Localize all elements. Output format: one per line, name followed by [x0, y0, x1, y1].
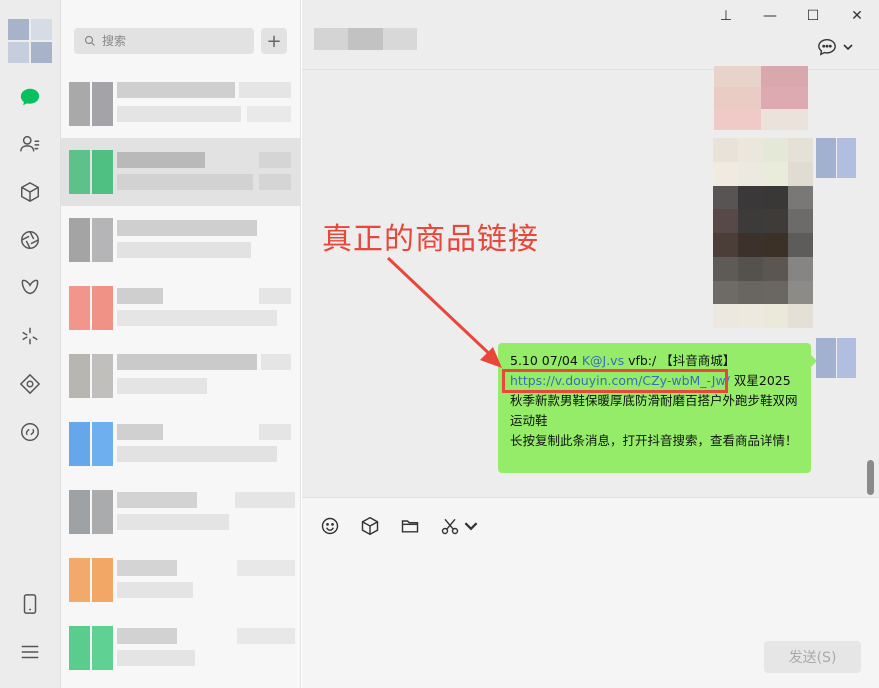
- avatar: [69, 218, 113, 262]
- avatar: [69, 490, 113, 534]
- image-message[interactable]: [714, 66, 808, 130]
- avatar: [69, 150, 113, 194]
- avatar: [69, 354, 113, 398]
- favorites-cube-icon[interactable]: [18, 180, 42, 204]
- pin-icon[interactable]: ⊥: [716, 6, 736, 26]
- maximize-button[interactable]: ☐: [803, 6, 823, 26]
- close-button[interactable]: ✕: [847, 6, 867, 26]
- send-button[interactable]: 发送(S): [764, 641, 861, 673]
- message-text: 长按复制此条消息，打开抖音搜索，查看商品详情！: [510, 433, 798, 448]
- message-bubble[interactable]: 5.10 07/04 K@J.vs vfb:/ 【抖音商城】 https://v…: [498, 343, 817, 473]
- chevron-down-icon[interactable]: [464, 514, 478, 538]
- contacts-icon[interactable]: [18, 132, 42, 156]
- folder-icon[interactable]: [398, 514, 422, 538]
- avatar: [69, 286, 113, 330]
- minimize-button[interactable]: —: [760, 6, 780, 26]
- search-icon: [84, 35, 95, 46]
- add-chat-button[interactable]: +: [261, 28, 287, 54]
- image-message[interactable]: [713, 138, 813, 328]
- avatar: [69, 422, 113, 466]
- message-text: vfb:/ 【抖音商城】: [624, 353, 736, 368]
- list-item[interactable]: [61, 410, 301, 478]
- sparkle-icon[interactable]: [18, 324, 42, 348]
- emoji-icon[interactable]: [318, 514, 342, 538]
- chat-list-panel: +: [61, 0, 301, 688]
- moments-aperture-icon[interactable]: [18, 228, 42, 252]
- composer: 发送(S): [302, 497, 879, 688]
- phone-icon[interactable]: [18, 592, 42, 616]
- sender-avatar[interactable]: [816, 138, 856, 178]
- chat-more-button[interactable]: [817, 38, 853, 56]
- message-text: 5.10 07/04: [510, 353, 582, 368]
- link-circle-icon[interactable]: [18, 420, 42, 444]
- sender-avatar[interactable]: [816, 338, 856, 378]
- list-item[interactable]: [61, 478, 301, 546]
- list-item[interactable]: [61, 614, 301, 682]
- annotation-arrow: [386, 256, 502, 368]
- avatar: [69, 626, 113, 670]
- avatar: [69, 558, 113, 602]
- chat-title: [314, 28, 417, 50]
- search-box[interactable]: [74, 28, 254, 54]
- list-item[interactable]: [61, 70, 301, 138]
- list-item[interactable]: [61, 274, 301, 342]
- chevron-down-icon: [843, 44, 853, 51]
- chat-icon[interactable]: [18, 85, 42, 109]
- avatar: [69, 82, 113, 126]
- mini-programs-icon[interactable]: [18, 372, 42, 396]
- chat-bubble-icon: [818, 38, 836, 56]
- menu-icon[interactable]: [18, 640, 42, 664]
- search-input[interactable]: [102, 34, 242, 48]
- message-handle: K@J.vs: [581, 353, 625, 368]
- left-rail: [0, 0, 61, 688]
- list-item[interactable]: [61, 138, 301, 206]
- favorites-cube-icon[interactable]: [358, 514, 382, 538]
- list-item[interactable]: [61, 546, 301, 614]
- link-highlight-box: [502, 369, 728, 393]
- list-item[interactable]: [61, 206, 301, 274]
- scrollbar[interactable]: [867, 460, 874, 495]
- profile-avatar[interactable]: [8, 19, 52, 63]
- channels-butterfly-icon[interactable]: [18, 276, 42, 300]
- scissors-icon[interactable]: [438, 514, 462, 538]
- list-item[interactable]: [61, 342, 301, 410]
